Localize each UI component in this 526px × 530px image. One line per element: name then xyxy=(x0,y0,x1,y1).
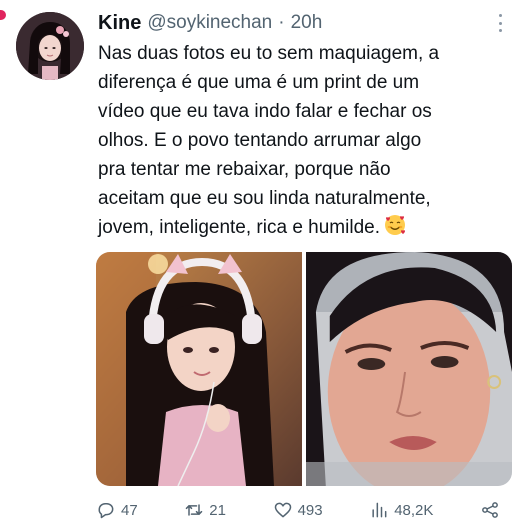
smiling-face-with-hearts-icon xyxy=(384,215,405,235)
heart-icon xyxy=(274,502,291,518)
tweet-text: Nas duas fotos eu to sem maquiagem, a di… xyxy=(98,39,518,242)
reply-count: 47 xyxy=(121,501,138,519)
header-separator: · xyxy=(278,12,285,33)
share-icon xyxy=(482,502,498,518)
author-name[interactable]: Kine xyxy=(98,12,141,35)
photo-girl-headphones xyxy=(96,252,302,486)
tweet-media xyxy=(96,252,512,486)
tweet-text-line-last: jovem, inteligente, rica e humilde. xyxy=(98,213,518,242)
like-button[interactable]: 493 xyxy=(273,500,323,520)
share-button[interactable] xyxy=(480,500,500,520)
retweet-button[interactable]: 21 xyxy=(184,500,226,520)
views-bar-chart-icon xyxy=(372,502,387,518)
photo-closeup-face xyxy=(306,252,512,486)
tweet-text-line: vídeo que eu tava indo falar e fechar os xyxy=(98,101,432,122)
views-button[interactable]: 48,2K xyxy=(369,500,433,520)
tweet-text-line: diferença é que uma é um print de um xyxy=(98,72,420,93)
tweet-actions: 47 21 493 48,2K xyxy=(96,497,500,523)
reply-icon xyxy=(98,503,114,519)
tweet-text-line-content: jovem, inteligente, rica e humilde. xyxy=(98,217,380,238)
tweet-text-line: pra tentar me rebaixar, porque não xyxy=(98,159,391,180)
avatar[interactable] xyxy=(16,12,84,80)
tweet-timestamp[interactable]: 20h xyxy=(291,12,323,34)
media-photo-2[interactable] xyxy=(306,252,512,486)
tweet-text-line: olhos. E o povo tentando arrumar algo xyxy=(98,130,422,151)
notification-dot xyxy=(0,10,6,20)
retweet-count: 21 xyxy=(209,501,226,519)
views-count: 48,2K xyxy=(394,501,434,519)
tweet-text-line: aceitam que eu sou linda naturalmente, xyxy=(98,188,431,209)
tweet: Kine @soykinechan · 20h Nas duas fotos e… xyxy=(0,0,526,530)
media-photo-1[interactable] xyxy=(96,252,302,486)
reply-button[interactable]: 47 xyxy=(96,500,138,520)
tweet-header: Kine @soykinechan · 20h xyxy=(98,9,486,37)
more-options-icon[interactable] xyxy=(492,12,508,34)
author-handle[interactable]: @soykinechan xyxy=(147,12,272,34)
tweet-text-line: Nas duas fotos eu to sem maquiagem, a xyxy=(98,43,440,64)
like-count: 493 xyxy=(297,501,323,519)
retweet-icon xyxy=(186,504,203,516)
avatar-image xyxy=(16,12,84,80)
